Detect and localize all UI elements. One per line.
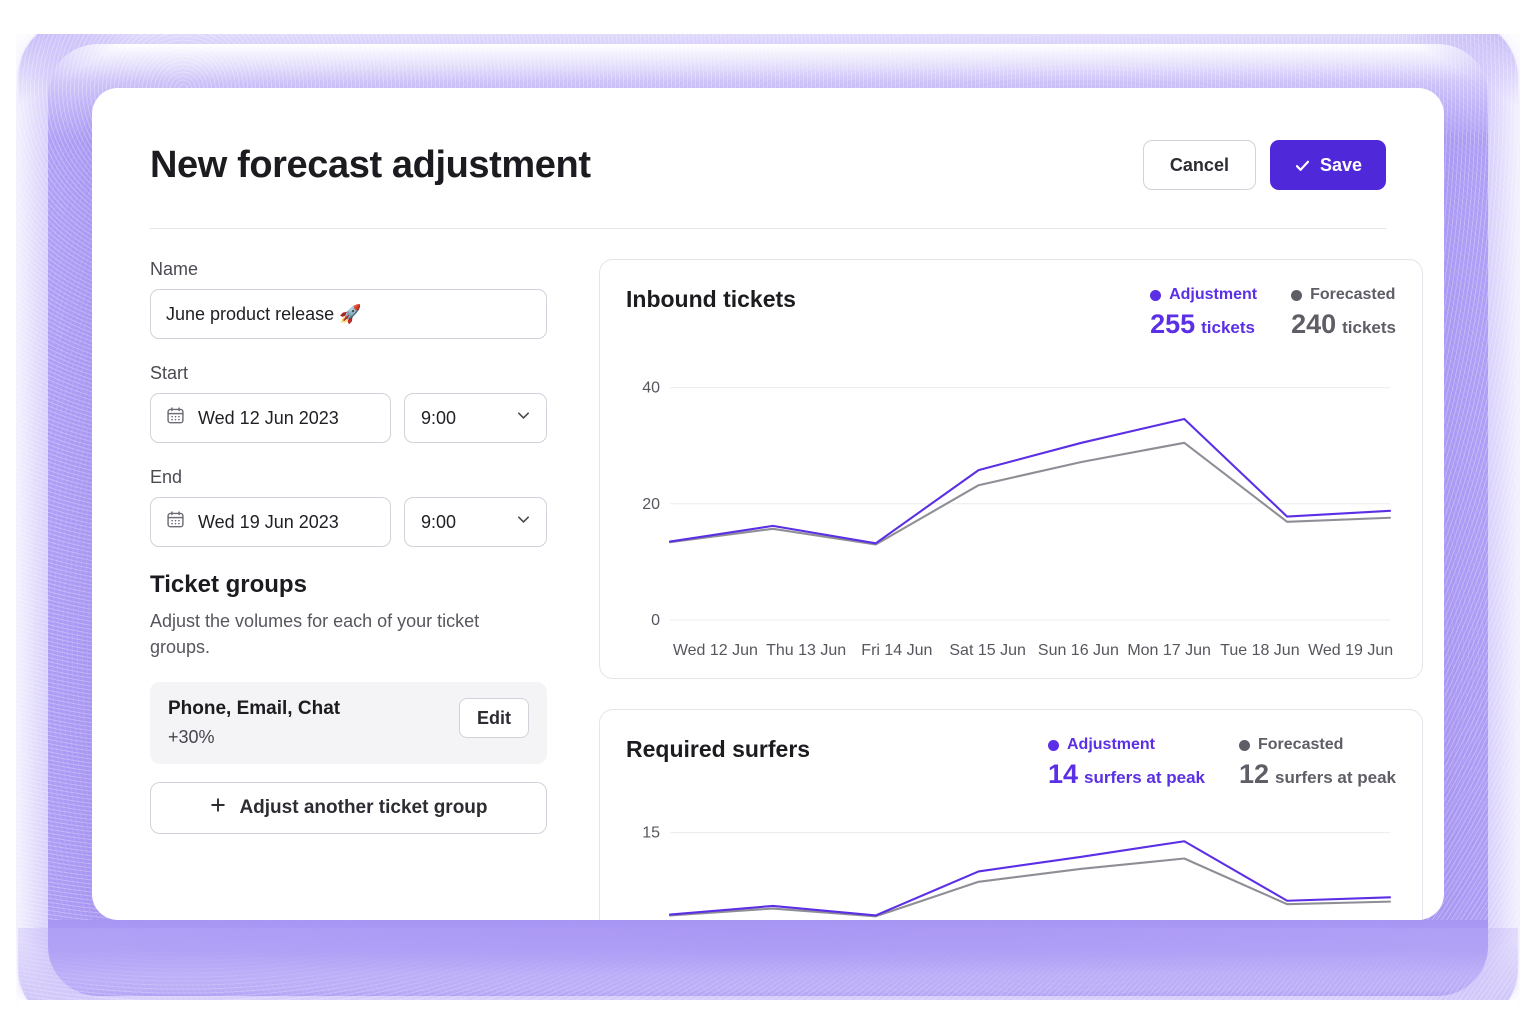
svg-text:15: 15 bbox=[642, 825, 660, 842]
ticket-groups-title: Ticket groups bbox=[150, 571, 307, 598]
chevron-down-icon bbox=[515, 407, 532, 429]
legend-unit-adjustment: tickets bbox=[1201, 318, 1255, 337]
dialog-content: Name Start bbox=[150, 229, 1423, 920]
settings-panel: Name Start bbox=[150, 259, 547, 920]
legend-dot-forecasted bbox=[1291, 289, 1303, 301]
inbound-tickets-legend: Adjustment 255 tickets Forecasted 240 ti… bbox=[1150, 286, 1396, 340]
end-date-value: Wed 19 Jun 2023 bbox=[198, 511, 339, 532]
legend-value-adjustment: 255 bbox=[1150, 309, 1196, 339]
charts-panel: Inbound tickets Adjustment 255 tickets F… bbox=[599, 259, 1423, 920]
add-ticket-group-label: Adjust another ticket group bbox=[239, 797, 488, 819]
page-background-left bbox=[0, 0, 16, 1014]
inbound-tickets-card: Inbound tickets Adjustment 255 tickets F… bbox=[599, 259, 1423, 679]
x-axis-tick: Sun 16 Jun bbox=[1037, 642, 1119, 659]
x-axis-tick: Thu 13 Jun bbox=[766, 642, 847, 659]
x-axis-tick: Mon 17 Jun bbox=[1127, 642, 1211, 659]
save-button-label: Save bbox=[1319, 154, 1362, 175]
start-field-group: Start Wed 12 Jun 2023 9:00 bbox=[150, 363, 547, 443]
dialog-header: New forecast adjustment Cancel Save bbox=[150, 88, 1386, 190]
inbound-tickets-title: Inbound tickets bbox=[626, 286, 796, 312]
name-label: Name bbox=[150, 259, 199, 279]
required-surfers-plot: 15 bbox=[626, 812, 1396, 920]
plus-icon bbox=[209, 796, 227, 820]
ticket-groups-description: Adjust the volumes for each of your tick… bbox=[150, 611, 480, 657]
ticket-group-name: Phone, Email, Chat bbox=[168, 698, 341, 720]
legend-unit-forecasted: tickets bbox=[1342, 318, 1396, 337]
required-surfers-header: Required surfers Adjustment 14 surfers a… bbox=[626, 736, 1396, 790]
ticket-group-info: Phone, Email, Chat +30% bbox=[168, 698, 340, 748]
legend-dot-adjustment bbox=[1150, 289, 1162, 301]
end-time-select[interactable]: 9:00 bbox=[404, 497, 547, 547]
required-surfers-legend: Adjustment 14 surfers at peak Forecasted… bbox=[1048, 736, 1396, 790]
inbound-tickets-plot: 0 20 40 bbox=[626, 362, 1396, 634]
legend-value-forecasted: 240 bbox=[1291, 309, 1337, 339]
end-field-group: End Wed 19 Jun 2023 9:00 bbox=[150, 467, 547, 547]
save-button[interactable]: Save bbox=[1269, 140, 1386, 190]
svg-text:20: 20 bbox=[642, 496, 660, 513]
check-icon bbox=[1294, 157, 1311, 174]
inbound-tickets-svg: 0 20 40 bbox=[642, 380, 1392, 629]
start-label: Start bbox=[150, 363, 189, 383]
legend-dot-forecasted bbox=[1239, 739, 1250, 751]
legend-dot-adjustment bbox=[1048, 739, 1059, 751]
inbound-tickets-header: Inbound tickets Adjustment 255 tickets F… bbox=[626, 286, 1396, 340]
legend-label-forecasted: Forecasted bbox=[1310, 286, 1396, 303]
x-axis-tick: Sat 15 Jun bbox=[949, 642, 1026, 659]
legend-value-forecasted: 12 bbox=[1239, 759, 1270, 789]
legend-label-adjustment: Adjustment bbox=[1169, 286, 1258, 303]
ticket-group-item: Phone, Email, Chat +30% Edit bbox=[150, 682, 547, 765]
required-surfers-title: Required surfers bbox=[626, 736, 811, 762]
svg-text:40: 40 bbox=[642, 380, 660, 397]
legend-adjustment: Adjustment 14 surfers at peak bbox=[1048, 736, 1205, 790]
end-date-picker[interactable]: Wed 19 Jun 2023 bbox=[150, 497, 391, 547]
name-input[interactable] bbox=[150, 289, 547, 339]
end-time-value: 9:00 bbox=[421, 511, 457, 532]
start-date-picker[interactable]: Wed 12 Jun 2023 bbox=[150, 393, 391, 443]
x-axis-tick: Tue 18 Jun bbox=[1220, 642, 1300, 659]
header-actions: Cancel Save bbox=[1142, 140, 1386, 190]
legend-unit-adjustment: surfers at peak bbox=[1084, 768, 1205, 787]
cancel-button[interactable]: Cancel bbox=[1142, 140, 1256, 190]
start-time-value: 9:00 bbox=[421, 407, 457, 428]
start-time-select[interactable]: 9:00 bbox=[404, 393, 547, 443]
legend-unit-forecasted: surfers at peak bbox=[1275, 768, 1396, 787]
end-label: End bbox=[150, 467, 183, 487]
page-background-top bbox=[0, 0, 1536, 34]
add-ticket-group-button[interactable]: Adjust another ticket group bbox=[150, 782, 547, 835]
legend-label-adjustment: Adjustment bbox=[1067, 736, 1155, 753]
calendar-icon bbox=[166, 406, 185, 430]
calendar-icon bbox=[166, 510, 185, 534]
required-surfers-svg: 15 bbox=[642, 825, 1392, 918]
page-background-right bbox=[1520, 0, 1536, 1014]
start-date-value: Wed 12 Jun 2023 bbox=[198, 407, 339, 428]
legend-value-adjustment: 14 bbox=[1048, 759, 1079, 789]
legend-adjustment: Adjustment 255 tickets bbox=[1150, 286, 1257, 340]
page-background-bottom bbox=[0, 1004, 1536, 1014]
edit-ticket-group-button[interactable]: Edit bbox=[459, 698, 529, 739]
x-axis-tick: Wed 12 Jun bbox=[672, 642, 758, 659]
legend-forecasted: Forecasted 240 tickets bbox=[1291, 286, 1396, 340]
ticket-group-delta: +30% bbox=[168, 727, 215, 748]
legend-forecasted: Forecasted 12 surfers at peak bbox=[1239, 736, 1396, 790]
svg-text:0: 0 bbox=[651, 612, 660, 629]
chevron-down-icon bbox=[515, 511, 532, 533]
legend-label-forecasted: Forecasted bbox=[1258, 736, 1344, 753]
x-axis-tick: Fri 14 Jun bbox=[861, 642, 933, 659]
name-field-group: Name bbox=[150, 259, 547, 339]
x-axis-tick: Wed 19 Jun bbox=[1308, 642, 1394, 659]
forecast-adjustment-dialog: New forecast adjustment Cancel Save Name bbox=[92, 88, 1444, 920]
required-surfers-card: Required surfers Adjustment 14 surfers a… bbox=[599, 709, 1423, 920]
inbound-tickets-xaxis: Wed 12 Jun Thu 13 Jun Fri 14 Jun Sat 15 Jun… bbox=[626, 642, 1396, 660]
page-title: New forecast adjustment bbox=[150, 143, 591, 186]
